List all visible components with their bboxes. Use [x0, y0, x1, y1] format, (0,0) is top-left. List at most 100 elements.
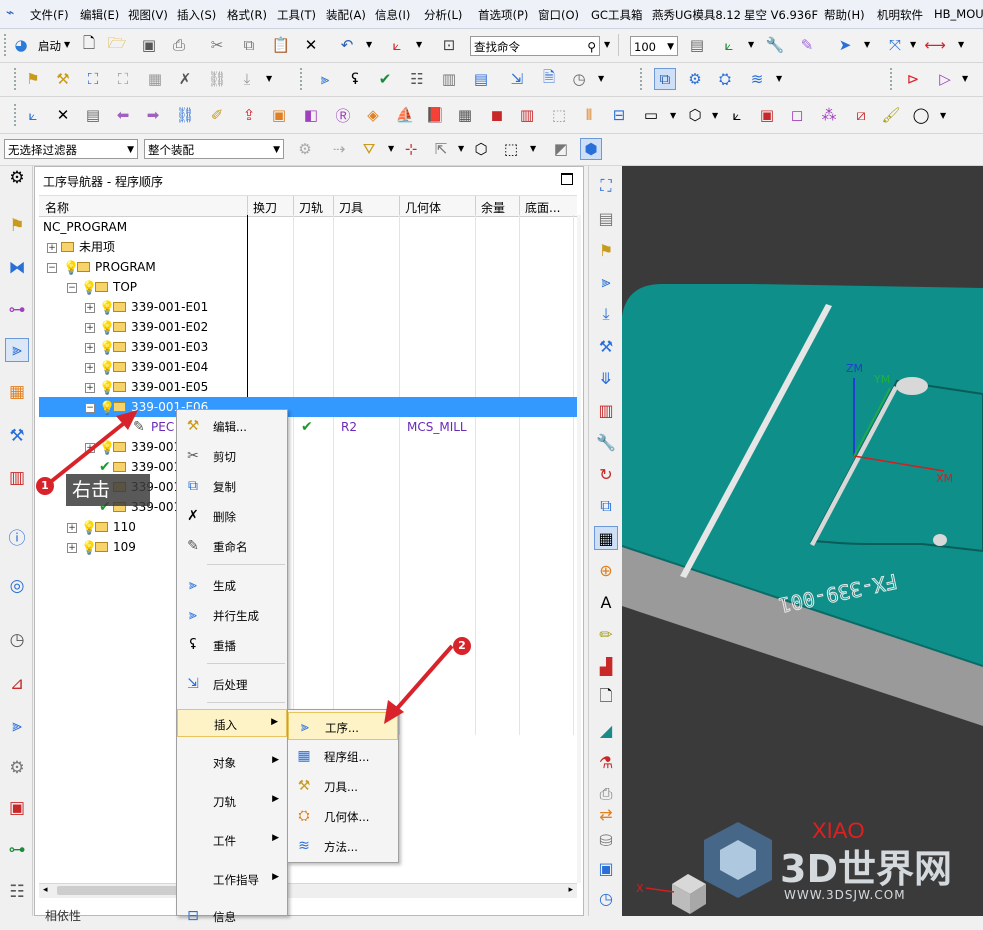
expand-icon[interactable]: + [67, 543, 77, 553]
gallery-icon[interactable]: ▥ [516, 104, 538, 126]
delete-icon[interactable]: ✕ [300, 34, 322, 56]
edit-object-icon[interactable]: ⛓ [206, 68, 228, 90]
tree-row-operation[interactable]: ✎ PEC ✔ R2 MCS_MILL [39, 417, 577, 437]
undo-icon[interactable]: ↶ [336, 34, 358, 56]
toolbar-grip[interactable] [4, 34, 9, 56]
wcs-icon[interactable]: ⟀ [386, 34, 408, 56]
create-operation-icon[interactable]: ▦ [144, 68, 166, 90]
tree-row-e06[interactable]: − 💡 339-001-E06 [39, 397, 577, 417]
menu-item-info[interactable]: ⊟ 信息 [177, 902, 287, 930]
csys-icon[interactable]: ⟀ [718, 34, 740, 56]
tree-row-nc-program[interactable]: NC_PROGRAM [39, 217, 577, 237]
part-select-icon[interactable]: ⚙ [294, 138, 316, 160]
geometry-view-icon[interactable]: ⛭ [714, 68, 736, 90]
menu-help[interactable]: 帮助(H) [824, 7, 865, 23]
link-icon[interactable]: ⛓ [174, 104, 196, 126]
toolbar-grip[interactable] [890, 68, 895, 90]
cube-red-icon[interactable]: ◼ [486, 104, 508, 126]
search-command-input[interactable]: 查找命令 ⚲ [470, 36, 600, 56]
menu-analysis[interactable]: 分析(L) [424, 7, 462, 23]
menu-jiming[interactable]: 机明软件 [877, 7, 923, 23]
square-red-icon[interactable]: ▣ [756, 104, 778, 126]
menu-item-delete[interactable]: ✗ 删除 [177, 502, 287, 530]
method-view-icon[interactable]: ≋ [746, 68, 768, 90]
postprocess-icon[interactable]: ⇲ [506, 68, 528, 90]
nx-logo-icon[interactable]: ⌁ [6, 5, 14, 21]
arrow-right-icon[interactable]: ➤ [834, 34, 856, 56]
constraint-navigator-icon[interactable]: ⧓ [5, 256, 29, 280]
maximize-icon[interactable] [561, 173, 573, 185]
upload-icon[interactable]: ⇪ [238, 104, 260, 126]
x-tool-icon[interactable]: ✕ [52, 104, 74, 126]
operation-navigator-icon[interactable]: ⫸ [5, 338, 29, 362]
hexagon-dropdown-icon[interactable]: ▼ [712, 111, 718, 120]
menu-file[interactable]: 文件(F) [30, 7, 69, 23]
select-icon[interactable]: ▷ [934, 68, 956, 90]
search-dropdown-icon[interactable]: ▼ [604, 40, 610, 49]
command-finder-icon[interactable]: ⊡ [438, 34, 460, 56]
assembly-scope-select[interactable]: 整个装配 ▼ [144, 139, 284, 159]
cursor-select-icon[interactable]: ⇱ [430, 138, 452, 160]
cube-purple-icon[interactable]: ◧ [300, 104, 322, 126]
rotate-icon[interactable]: ↻ [594, 462, 618, 486]
shop-doc-icon[interactable]: ▥ [438, 68, 460, 90]
vertical-scrollbar[interactable] [577, 215, 581, 883]
generate-icon[interactable]: ⫸ [314, 68, 336, 90]
column-geometry[interactable]: 几何体 [405, 199, 441, 216]
select-dropdown-icon[interactable]: ▼ [962, 74, 968, 83]
monitor-icon[interactable]: ▣ [594, 856, 618, 880]
expand-icon[interactable]: + [85, 363, 95, 373]
menu-item-generate[interactable]: ⫸ 生成 [177, 571, 287, 599]
cubes-icon[interactable]: ⬚ [548, 104, 570, 126]
menu-assembly[interactable]: 装配(A) [326, 7, 366, 23]
globe-icon[interactable]: ⊕ [594, 558, 618, 582]
circle-dropdown-icon[interactable]: ▼ [940, 111, 946, 120]
measure-dropdown-icon[interactable]: ▼ [958, 40, 964, 49]
tree-row-program[interactable]: − 💡 PROGRAM [39, 257, 577, 277]
axes-icon[interactable]: ⟀ [726, 104, 748, 126]
csys-dropdown-icon[interactable]: ▼ [748, 40, 754, 49]
paint-icon[interactable]: ✎ [796, 34, 818, 56]
column-name[interactable]: 名称 [45, 199, 69, 216]
door-icon[interactable]: ⊟ [608, 104, 630, 126]
mirror-icon[interactable]: ⫴ [578, 104, 600, 126]
menu-edit[interactable]: 编辑(E) [80, 7, 119, 23]
expand-icon[interactable]: + [85, 323, 95, 333]
menu-info[interactable]: 信息(I) [375, 7, 410, 23]
cube-view-icon[interactable]: ⬢ [580, 138, 602, 160]
toolbar-grip[interactable] [14, 68, 19, 90]
view-icon[interactable]: ⊳ [902, 68, 924, 90]
menu-item-postprocess[interactable]: ⇲ 后处理 [177, 670, 287, 698]
column-separator[interactable] [333, 196, 334, 216]
arrow-left-icon[interactable]: ⬅ [112, 104, 134, 126]
menu-item-method[interactable]: ≋ 方法... [288, 832, 398, 860]
abs-csys-icon[interactable]: ⟀ [22, 104, 44, 126]
process-icon[interactable]: ⊶ [5, 838, 29, 862]
diagonal-icon[interactable]: ⧄ [850, 104, 872, 126]
page-icon[interactable]: 🗋 [594, 686, 618, 710]
graphics-viewport[interactable]: FX-339-001 ZM YM XM X XIAO 3D世界网 WWW.3DS… [622, 166, 983, 916]
rect-select-dropdown-icon[interactable]: ▼ [530, 144, 536, 153]
create-tool-icon[interactable]: ⚒ [52, 68, 74, 90]
menu-hb-mou[interactable]: HB_MOU [934, 7, 983, 21]
menu-tools[interactable]: 工具(T) [277, 7, 316, 23]
tree-row-unused[interactable]: + 未用项 [39, 237, 577, 257]
pins-icon[interactable]: ⁂ [818, 104, 840, 126]
tree-row-e01[interactable]: + 💡 339-001-E01 [39, 297, 577, 317]
clock-icon[interactable]: ◷ [568, 68, 590, 90]
expand-icon[interactable]: + [85, 303, 95, 313]
menu-item-geometry[interactable]: ⛭ 几何体... [288, 802, 398, 830]
tree-row-top[interactable]: − 💡 TOP [39, 277, 577, 297]
start-dropdown-icon[interactable]: ▼ [64, 40, 70, 49]
stack-icon[interactable]: ⧉ [594, 494, 618, 518]
column-tool-change[interactable]: 换刀 [253, 199, 277, 216]
column-stock[interactable]: 余量 [481, 199, 505, 216]
start-icon[interactable]: ◕ [10, 34, 32, 56]
toolbar-grip[interactable] [640, 68, 645, 90]
machine-tool-view-icon[interactable]: ⚙ [684, 68, 706, 90]
open-folder-icon[interactable]: 🗁 [106, 34, 128, 56]
menu-xingkong[interactable]: 星空 V6.936F [744, 7, 818, 23]
new-file-icon[interactable]: 🗋 [78, 34, 100, 56]
clock-icon[interactable]: ◷ [5, 628, 29, 652]
delete-operation-icon[interactable]: ✗ [174, 68, 196, 90]
